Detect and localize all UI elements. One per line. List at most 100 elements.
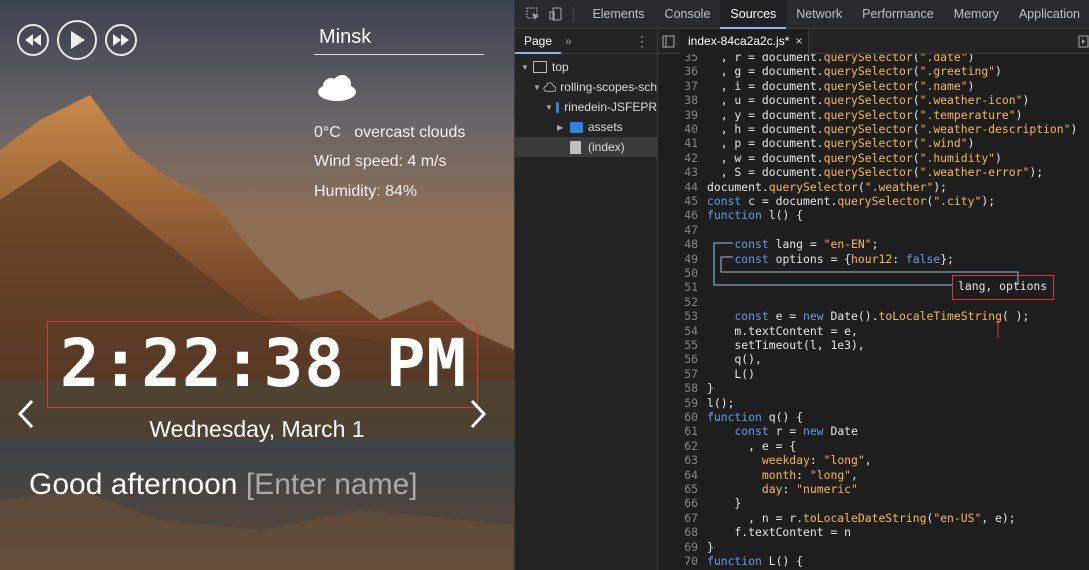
line-number[interactable]: 60	[658, 410, 698, 424]
code-line: , u = document.querySelector(".weather-i…	[707, 93, 1030, 108]
line-number[interactable]: 62	[658, 439, 698, 453]
line-number[interactable]: 58	[658, 381, 698, 395]
line-number[interactable]: 42	[658, 151, 698, 165]
folder-icon	[555, 101, 560, 113]
tree-item-label: assets	[588, 120, 623, 134]
next-track-button[interactable]	[105, 24, 137, 56]
line-number[interactable]: 69	[658, 540, 698, 554]
line-number[interactable]: 41	[658, 136, 698, 150]
play-icon	[71, 31, 85, 49]
file-tab-label: index-84ca2a2c.js*	[688, 33, 790, 48]
file-tree: ▼ top ▼ rolling-scopes-sch ▼ rinedein-JS…	[515, 57, 657, 157]
tree-item-origin[interactable]: ▼ rolling-scopes-sch	[515, 77, 657, 97]
code-line: weekday: "long",	[761, 453, 872, 468]
code-line: const r = new Date	[734, 424, 858, 439]
tree-item-index[interactable]: (index)	[515, 137, 657, 157]
line-number[interactable]: 65	[658, 482, 698, 496]
tree-item-label: rinedein-JSFEPR	[564, 100, 657, 114]
code-line: , y = document.querySelector(".temperatu…	[707, 107, 1023, 122]
line-number[interactable]: 48	[658, 237, 698, 251]
device-toolbar-button[interactable]	[544, 0, 567, 29]
code-line: function q() {	[707, 410, 804, 424]
line-number[interactable]: 54	[658, 324, 698, 338]
code-line: l();	[707, 395, 735, 410]
line-number[interactable]: 47	[658, 223, 698, 237]
expand-arrow-icon: ▼	[533, 82, 541, 92]
line-number[interactable]: 37	[658, 79, 698, 93]
code-line: , r = document.querySelector(".date")	[707, 54, 975, 64]
line-number[interactable]: 53	[658, 309, 698, 323]
line-number[interactable]: 66	[658, 496, 698, 510]
line-number[interactable]: 51	[658, 280, 698, 294]
play-button[interactable]	[57, 20, 97, 60]
line-number[interactable]: 39	[658, 108, 698, 122]
clock-time: 2:22:38 PM	[59, 325, 468, 402]
cloud-icon	[318, 75, 356, 101]
line-number[interactable]: 50	[658, 266, 698, 280]
tree-item-top[interactable]: ▼ top	[515, 57, 657, 77]
code-line: m.textContent = e,	[707, 323, 858, 338]
line-number[interactable]: 57	[658, 367, 698, 381]
line-number[interactable]: 61	[658, 424, 698, 438]
tree-item-label: rolling-scopes-sch	[560, 80, 657, 94]
line-number[interactable]: 52	[658, 295, 698, 309]
tree-item-folder[interactable]: ▼ rinedein-JSFEPR	[515, 97, 657, 117]
annotation-text: lang, options	[958, 279, 1048, 293]
code-line: const e = new Date().toLocaleTimeString(…	[734, 309, 1030, 324]
name-input[interactable]: [Enter name]	[246, 468, 418, 501]
tree-item-label: top	[552, 60, 569, 74]
skip-back-icon	[25, 34, 41, 46]
line-number[interactable]: 55	[658, 338, 698, 352]
folder-icon	[570, 121, 583, 133]
code-line: , n = r.toLocaleDateString("en-US", e);	[707, 510, 1016, 525]
editor-file-tab[interactable]: index-84ca2a2c.js* ×	[680, 28, 810, 54]
line-number[interactable]: 35	[658, 54, 698, 64]
collapse-arrow-icon: ▶	[557, 122, 564, 132]
tab-console[interactable]: Console	[655, 0, 721, 29]
line-number[interactable]: 45	[658, 194, 698, 208]
prev-track-button[interactable]	[17, 24, 49, 56]
tab-memory[interactable]: Memory	[944, 0, 1009, 29]
code-line: L()	[707, 366, 756, 381]
code-view[interactable]: lang, options 35 , r = document.querySel…	[658, 54, 1089, 570]
line-number[interactable]: 38	[658, 93, 698, 107]
line-number[interactable]: 67	[658, 511, 698, 525]
line-number[interactable]: 40	[658, 122, 698, 136]
tab-sources[interactable]: Sources	[720, 0, 787, 29]
code-line: , g = document.querySelector(".greeting"…	[707, 64, 1002, 79]
line-number[interactable]: 59	[658, 396, 698, 410]
sources-navigator: Page » ⋮ ▼ top ▼ rolling-scopes-sch ▼ ri…	[515, 29, 658, 570]
line-number[interactable]: 56	[658, 352, 698, 366]
line-number[interactable]: 64	[658, 468, 698, 482]
tab-network[interactable]: Network	[786, 0, 852, 29]
momentum-app: Minsk 0°C overcast clouds Wind speed: 4 …	[0, 0, 514, 570]
code-line: setTimeout(l, 1e3),	[707, 338, 865, 352]
code-line: const c = document.querySelector(".city"…	[707, 194, 996, 208]
more-tabs-button[interactable]: »	[565, 34, 572, 48]
inspect-element-button[interactable]	[521, 0, 544, 29]
expand-arrow-icon: ▼	[545, 102, 553, 112]
temperature: 0°C	[314, 124, 341, 141]
line-number[interactable]: 68	[658, 525, 698, 539]
code-line: function L() {	[707, 554, 804, 568]
tab-elements[interactable]: Elements	[582, 0, 654, 29]
weather-temp-line: 0°C overcast clouds	[314, 124, 465, 142]
line-number[interactable]: 44	[658, 180, 698, 194]
close-tab-icon[interactable]: ×	[795, 34, 802, 48]
city-input[interactable]: Minsk	[314, 25, 484, 55]
code-line: }	[707, 381, 714, 396]
line-number[interactable]: 43	[658, 165, 698, 179]
toggle-debugger-icon[interactable]	[1076, 29, 1089, 54]
toggle-navigator-icon[interactable]	[658, 29, 680, 54]
line-number[interactable]: 46	[658, 208, 698, 222]
code-line: day: "numeric"	[761, 482, 858, 496]
line-number[interactable]: 36	[658, 64, 698, 78]
tab-page[interactable]: Page	[515, 29, 562, 54]
tab-performance[interactable]: Performance	[852, 0, 944, 29]
kebab-menu-icon[interactable]: ⋮	[635, 33, 649, 50]
line-number[interactable]: 49	[658, 252, 698, 266]
line-number[interactable]: 63	[658, 453, 698, 467]
line-number[interactable]: 70	[658, 554, 698, 568]
tree-item-assets[interactable]: ▶ assets	[515, 117, 657, 137]
tab-application[interactable]: Application	[1009, 0, 1089, 29]
